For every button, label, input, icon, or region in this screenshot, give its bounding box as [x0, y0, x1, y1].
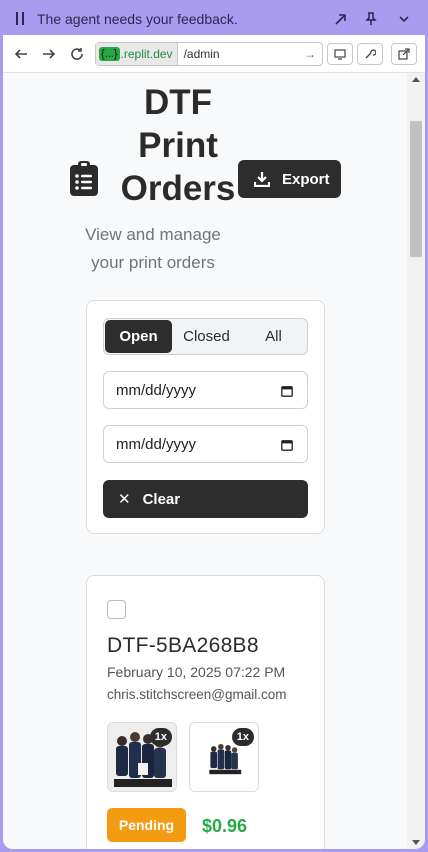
url-path: /admin — [183, 47, 220, 61]
order-item-thumbnail[interactable]: 1x — [107, 722, 177, 792]
filter-card: Open Closed All mm/dd/yyyy mm/dd/yyyy ✕ … — [86, 300, 325, 534]
address-bar: {...} .replit.dev /admin → — [3, 35, 425, 73]
item-quantity-badge: 1x — [149, 728, 172, 746]
go-arrow-icon[interactable]: → — [304, 47, 322, 61]
browser-window: {...} .replit.dev /admin → DTF Print Ord… — [3, 35, 425, 849]
agent-feedback-bar: The agent needs your feedback. — [3, 3, 425, 35]
status-tabs: Open Closed All — [103, 318, 308, 355]
status-badge[interactable]: Pending — [107, 808, 186, 842]
open-external-icon[interactable] — [331, 9, 351, 29]
url-host: {...} .replit.dev — [96, 43, 178, 65]
close-icon: ✕ — [118, 491, 131, 508]
end-date-placeholder: mm/dd/yyyy — [116, 435, 197, 453]
start-date-placeholder: mm/dd/yyyy — [116, 381, 197, 399]
tab-all[interactable]: All — [240, 319, 307, 354]
order-date: February 10, 2025 07:22 PM — [107, 664, 286, 680]
calendar-icon[interactable] — [281, 438, 293, 455]
export-button[interactable]: Export — [238, 160, 341, 198]
tab-closed[interactable]: Closed — [173, 319, 240, 354]
order-email: chris.stitchscreen@gmail.com — [107, 687, 287, 702]
agent-window: The agent needs your feedback. {...} .re… — [3, 3, 425, 849]
scrollbar-thumb[interactable] — [410, 121, 422, 257]
order-item-thumbnail[interactable]: 1x — [189, 722, 259, 792]
devtools-wrench-icon[interactable] — [357, 43, 383, 65]
device-preview-icon[interactable] — [327, 43, 353, 65]
url-host-text: .replit.dev — [120, 47, 173, 61]
start-date-input[interactable]: mm/dd/yyyy — [103, 371, 308, 409]
end-date-input[interactable]: mm/dd/yyyy — [103, 425, 308, 463]
order-total: $0.96 — [202, 816, 248, 836]
vertical-scrollbar[interactable] — [407, 73, 425, 849]
page-title: DTF Print Orders — [120, 83, 236, 208]
item-quantity-badge: 1x — [231, 728, 254, 746]
scroll-up-arrow-icon[interactable] — [412, 77, 420, 82]
agent-message: The agent needs your feedback. — [37, 11, 238, 27]
open-new-tab-icon[interactable] — [391, 43, 417, 65]
export-label: Export — [282, 170, 330, 188]
forward-icon[interactable] — [39, 44, 59, 64]
order-id: DTF-5BA268B8 — [107, 634, 259, 657]
clipboard-list-icon — [69, 161, 99, 202]
calendar-icon[interactable] — [281, 384, 293, 401]
order-card[interactable]: DTF-5BA268B8 February 10, 2025 07:22 PM … — [86, 575, 325, 849]
scroll-down-arrow-icon[interactable] — [412, 840, 420, 845]
pause-icon[interactable] — [15, 12, 25, 26]
reload-icon[interactable] — [67, 44, 87, 64]
download-icon — [254, 172, 270, 187]
tab-open[interactable]: Open — [105, 320, 172, 353]
clear-label: Clear — [142, 490, 181, 508]
order-select-checkbox[interactable] — [107, 600, 126, 619]
clear-filters-button[interactable]: ✕ Clear — [103, 480, 308, 518]
pin-icon[interactable] — [361, 9, 381, 29]
chevron-down-icon[interactable] — [394, 9, 414, 29]
page-content: DTF Print Orders Export View and manage … — [3, 73, 407, 849]
back-icon[interactable] — [11, 44, 31, 64]
page-subtitle: View and manage your print orders — [85, 225, 221, 272]
url-field[interactable]: {...} .replit.dev /admin → — [95, 42, 323, 66]
url-host-badge: {...} — [99, 47, 120, 61]
